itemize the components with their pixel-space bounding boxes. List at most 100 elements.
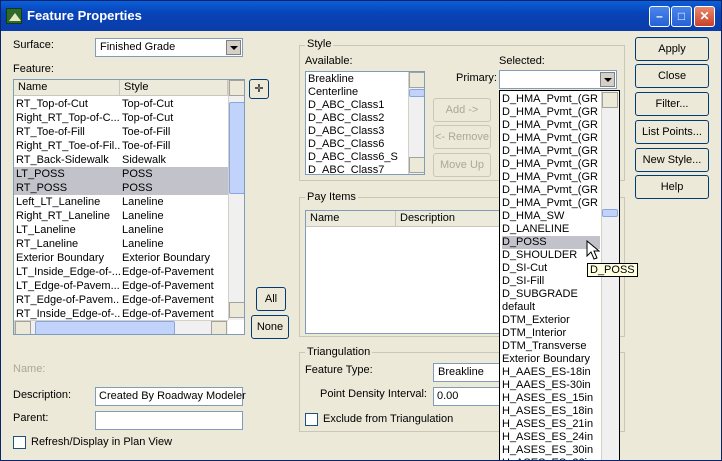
refresh-checkbox[interactable] bbox=[13, 436, 26, 449]
scroll-thumb[interactable] bbox=[602, 209, 618, 217]
dropdown-item[interactable]: D_HMA_Pvmt_(GR S bbox=[502, 106, 600, 119]
scroll-down-icon[interactable] bbox=[229, 302, 244, 318]
feature-type-select[interactable]: Breakline bbox=[433, 363, 503, 382]
scroll-up-icon[interactable] bbox=[409, 72, 424, 88]
available-item[interactable]: D_ABC_Class3 bbox=[306, 125, 384, 138]
dropdown-item[interactable]: D_HMA_Pvmt_(GR S bbox=[502, 93, 600, 106]
list-points-button[interactable]: List Points... bbox=[635, 120, 709, 144]
dropdown-item[interactable]: D_HMA_Pvmt_(GR S bbox=[502, 119, 600, 132]
available-item[interactable]: D_ABC_Class7 bbox=[306, 164, 384, 174]
dropdown-item[interactable]: D_HMA_Pvmt_(GR S bbox=[502, 132, 600, 145]
close-window-button[interactable]: ✕ bbox=[694, 6, 715, 27]
feature-row-style: Edge-of-Pavement bbox=[122, 294, 214, 306]
dropdown-item[interactable]: D_LANELINE bbox=[502, 223, 600, 236]
minimize-button[interactable]: – bbox=[649, 6, 670, 27]
feature-row-name: Right_RT_Toe-of-Fil... bbox=[16, 140, 120, 152]
help-button[interactable]: Help bbox=[635, 175, 709, 199]
dropdown-item[interactable]: H_ASES_ES_36in bbox=[502, 457, 600, 460]
feature-row[interactable]: RT_Inside_Edge-of-... Edge-of-Pavement bbox=[14, 307, 228, 321]
scroll-right-icon[interactable] bbox=[211, 321, 227, 334]
chevron-down-icon[interactable] bbox=[226, 40, 241, 55]
maximize-button[interactable]: □ bbox=[671, 6, 692, 27]
dropdown-item[interactable]: DTM_Exterior bbox=[502, 314, 600, 327]
dropdown-item[interactable]: Exterior Boundary bbox=[502, 353, 600, 366]
dropdown-item[interactable]: D_SI-Cut bbox=[502, 262, 600, 275]
available-item[interactable]: D_ABC_Class6_S bbox=[306, 151, 398, 164]
all-button[interactable]: All bbox=[256, 287, 286, 311]
feature-row[interactable]: Exterior Boundary Exterior Boundary bbox=[14, 251, 228, 265]
dropdown-item[interactable]: D_SUBGRADE bbox=[502, 288, 600, 301]
close-button[interactable]: Close bbox=[635, 64, 709, 88]
dropdown-item[interactable]: H_ASES_ES_24in bbox=[502, 431, 600, 444]
dropdown-item[interactable]: D_SI-Fill bbox=[502, 275, 600, 288]
add-button[interactable]: Add -> bbox=[433, 98, 491, 122]
hscroll-thumb[interactable] bbox=[35, 321, 175, 334]
dropdown-item[interactable]: H_AAES_ES-18in bbox=[502, 366, 600, 379]
dropdown-item[interactable]: H_ASES_ES_15in bbox=[502, 392, 600, 405]
scroll-up-icon[interactable] bbox=[602, 92, 618, 108]
description-input[interactable]: Created By Roadway Modeler bbox=[95, 387, 246, 406]
available-item[interactable]: D_ABC_Class1 bbox=[306, 99, 384, 112]
dropdown-item[interactable]: D_HMA_Pvmt_(GR S bbox=[502, 197, 600, 210]
pay-col-description[interactable]: Description bbox=[396, 211, 500, 227]
dropdown-item[interactable]: DTM_Interior bbox=[502, 327, 600, 340]
feature-list[interactable]: Name Style RT_Top-of-Cut Top-of-Cut Right_… bbox=[13, 79, 245, 335]
feature-row[interactable]: RT_Back-Sidewalk Sidewalk bbox=[14, 153, 228, 167]
scroll-thumb[interactable] bbox=[229, 102, 244, 194]
surface-select[interactable]: Finished Grade bbox=[95, 38, 243, 57]
scroll-thumb[interactable] bbox=[409, 89, 424, 97]
feature-row[interactable]: Right_RT_Laneline Laneline bbox=[14, 209, 228, 223]
feature-row[interactable]: LT_Inside_Edge-of-... Edge-of-Pavement bbox=[14, 265, 228, 279]
feature-col-style[interactable]: Style bbox=[120, 80, 228, 96]
feature-vscrollbar[interactable] bbox=[228, 80, 244, 320]
parent-input[interactable] bbox=[95, 411, 243, 430]
move-up-button[interactable]: Move Up bbox=[433, 153, 491, 177]
dropdown-item[interactable]: D_HMA_Pvmt_(GR S bbox=[502, 158, 600, 171]
remove-button[interactable]: <- Remove bbox=[433, 125, 491, 149]
feature-row[interactable]: Left_LT_Laneline Laneline bbox=[14, 195, 228, 209]
dropdown-item[interactable]: H_ASES_ES_21in bbox=[502, 418, 600, 431]
feature-row[interactable]: RT_Laneline Laneline bbox=[14, 237, 228, 251]
dropdown-item[interactable]: D_HMA_SW bbox=[502, 210, 600, 223]
chevron-down-icon[interactable] bbox=[600, 72, 615, 87]
available-list[interactable]: Breakline Centerline D_ABC_Class1 D_ABC_Cla… bbox=[305, 71, 425, 175]
feature-row[interactable]: RT_POSS POSS bbox=[14, 181, 228, 195]
title-bar[interactable]: Feature Properties – □ ✕ bbox=[1, 1, 721, 31]
dropdown-item[interactable]: D_HMA_Pvmt_(GR S bbox=[502, 145, 600, 158]
filter-button[interactable]: Filter... bbox=[635, 92, 709, 116]
density-input[interactable]: 0.00 bbox=[433, 387, 503, 406]
scroll-up-icon[interactable] bbox=[229, 80, 244, 96]
feature-col-name[interactable]: Name bbox=[14, 80, 120, 96]
available-item[interactable]: Centerline bbox=[306, 86, 358, 99]
dropdown-item[interactable]: DTM_Transverse bbox=[502, 340, 600, 353]
feature-row[interactable]: Right_RT_Top-of-C... Top-of-Cut bbox=[14, 111, 228, 125]
pay-col-name[interactable]: Name bbox=[306, 211, 396, 227]
exclude-checkbox[interactable] bbox=[305, 413, 318, 426]
primary-select[interactable] bbox=[499, 70, 617, 89]
scroll-left-icon[interactable] bbox=[15, 321, 31, 334]
dropdown-item[interactable]: H_AAES_ES-30in bbox=[502, 379, 600, 392]
feature-row[interactable]: RT_Edge-of-Pavem... Edge-of-Pavement bbox=[14, 293, 228, 307]
dropdown-item[interactable]: H_ASES_ES_18in bbox=[502, 405, 600, 418]
feature-row[interactable]: LT_POSS POSS bbox=[14, 167, 228, 181]
feature-row[interactable]: LT_Edge-of-Pavem... Edge-of-Pavement bbox=[14, 279, 228, 293]
dropdown-item[interactable]: default bbox=[502, 301, 600, 314]
feature-row[interactable]: RT_Top-of-Cut Top-of-Cut bbox=[14, 97, 228, 111]
feature-row[interactable]: RT_Toe-of-Fill Toe-of-Fill bbox=[14, 125, 228, 139]
feature-locate-button[interactable]: ✛ bbox=[249, 79, 269, 99]
pay-items-list[interactable]: Name Description bbox=[305, 210, 501, 334]
dropdown-item[interactable]: D_HMA_Pvmt_(GR S bbox=[502, 171, 600, 184]
available-item[interactable]: D_ABC_Class6 bbox=[306, 138, 384, 151]
scroll-down-icon[interactable] bbox=[409, 157, 424, 173]
feature-row[interactable]: LT_Laneline Laneline bbox=[14, 223, 228, 237]
new-style-button[interactable]: New Style... bbox=[635, 148, 709, 172]
apply-button[interactable]: Apply bbox=[635, 37, 709, 61]
available-item[interactable]: Breakline bbox=[306, 73, 354, 86]
dropdown-item[interactable]: H_ASES_ES_30in bbox=[502, 444, 600, 457]
feature-hscrollbar[interactable] bbox=[14, 320, 228, 334]
available-vscrollbar[interactable] bbox=[408, 72, 424, 174]
dropdown-item[interactable]: D_HMA_Pvmt_(GR S bbox=[502, 184, 600, 197]
available-item[interactable]: D_ABC_Class2 bbox=[306, 112, 384, 125]
feature-row[interactable]: Right_RT_Toe-of-Fil... Toe-of-Fill bbox=[14, 139, 228, 153]
none-button[interactable]: None bbox=[251, 315, 289, 339]
